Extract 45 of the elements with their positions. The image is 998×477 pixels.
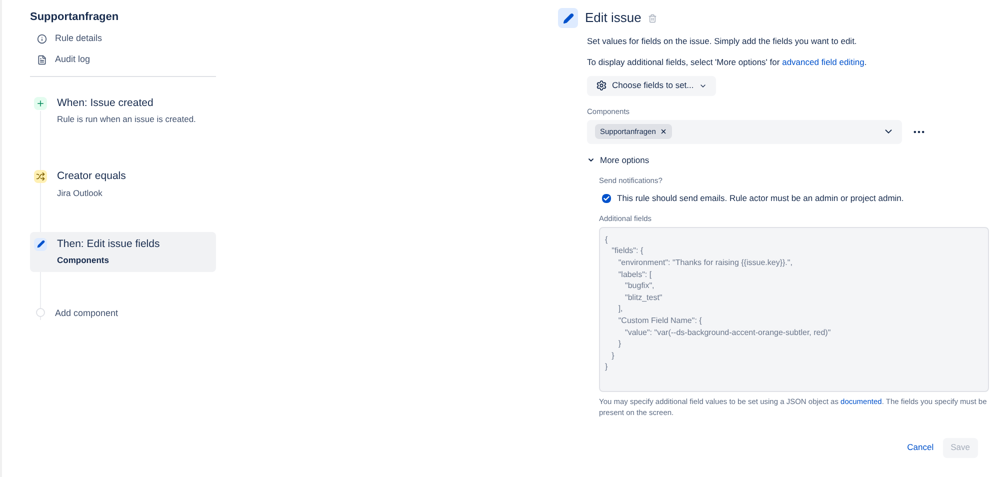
rule-step[interactable]: Then: Edit issue fields Components (30, 232, 216, 272)
checkbox-label: This rule should send emails. Rule actor must be an admin or project admin. (617, 192, 904, 204)
nav-item[interactable]: Rule details (37, 32, 216, 46)
step-subtitle: Components (57, 254, 110, 267)
pencil-icon (558, 8, 578, 28)
editor-title: Edit issue (585, 9, 642, 28)
code-line: "blitz_test" (624, 292, 662, 304)
step-title: When: Issue created (57, 96, 154, 110)
code-line: "value": "var(--ds-background-accent-orange-subtler, red)" (624, 326, 831, 338)
step-title: Then: Edit issue fields (57, 236, 160, 252)
code-line: "bugfix", (624, 280, 654, 292)
pencil-icon (34, 238, 47, 250)
cancel-button[interactable]: Cancel (904, 438, 937, 458)
chevron-down-icon (587, 156, 595, 164)
code-line: } (605, 361, 608, 373)
code-line: } (617, 338, 622, 350)
choose-fields-button[interactable]: Choose fields to set... (587, 76, 716, 96)
rule-step[interactable]: Add component (30, 302, 216, 326)
gear-icon (596, 80, 607, 91)
step-title: Creator equals (57, 169, 126, 184)
info-icon (37, 34, 47, 44)
nav-item[interactable]: Audit log (37, 52, 216, 68)
code-line: "environment": "Thanks for raising {{issue.key}}.", (617, 256, 792, 269)
step-subtitle: Rule is run when an issue is created. (57, 113, 196, 126)
code-line: ], (617, 303, 623, 315)
code-line: "Custom Field Name": { (617, 314, 702, 326)
code-line: } (610, 350, 614, 362)
code-line: { (605, 234, 608, 246)
more-options-toggle[interactable]: More options (587, 154, 650, 166)
document-icon (37, 55, 47, 65)
code-line: "fields": { (610, 245, 644, 257)
remove-icon[interactable] (660, 128, 667, 136)
json-editor[interactable]: { "fields": { "environment": "Thanks for raising {{issue.key}}.", "labels": [ "bugfix", "blitz_test" ], "Custom Field Name": { "value": "var(--ds-background-accent-orange-subtler, red)" } } } (599, 226, 989, 392)
rule-step[interactable]: Creator equals Jira Outlook (30, 164, 216, 204)
shuffle-icon (34, 170, 47, 183)
advanced-editing-link[interactable]: advanced field editing (782, 56, 864, 67)
rule-step[interactable]: When: Issue created Rule is run when an issue is created. (30, 90, 216, 131)
step-subtitle: Jira Outlook (57, 186, 104, 200)
plus-icon (34, 96, 47, 110)
checkbox[interactable] (602, 194, 611, 203)
rule-title: Supportanfragen (30, 10, 120, 25)
hint-text: To display additional fields, select 'More options' for advanced field editing. (587, 56, 868, 68)
description: Set values for fields on the issue. Simply add the fields you want to edit. (587, 35, 858, 48)
code-line: "labels": [ (617, 268, 652, 280)
step-title: Add component (55, 307, 118, 320)
